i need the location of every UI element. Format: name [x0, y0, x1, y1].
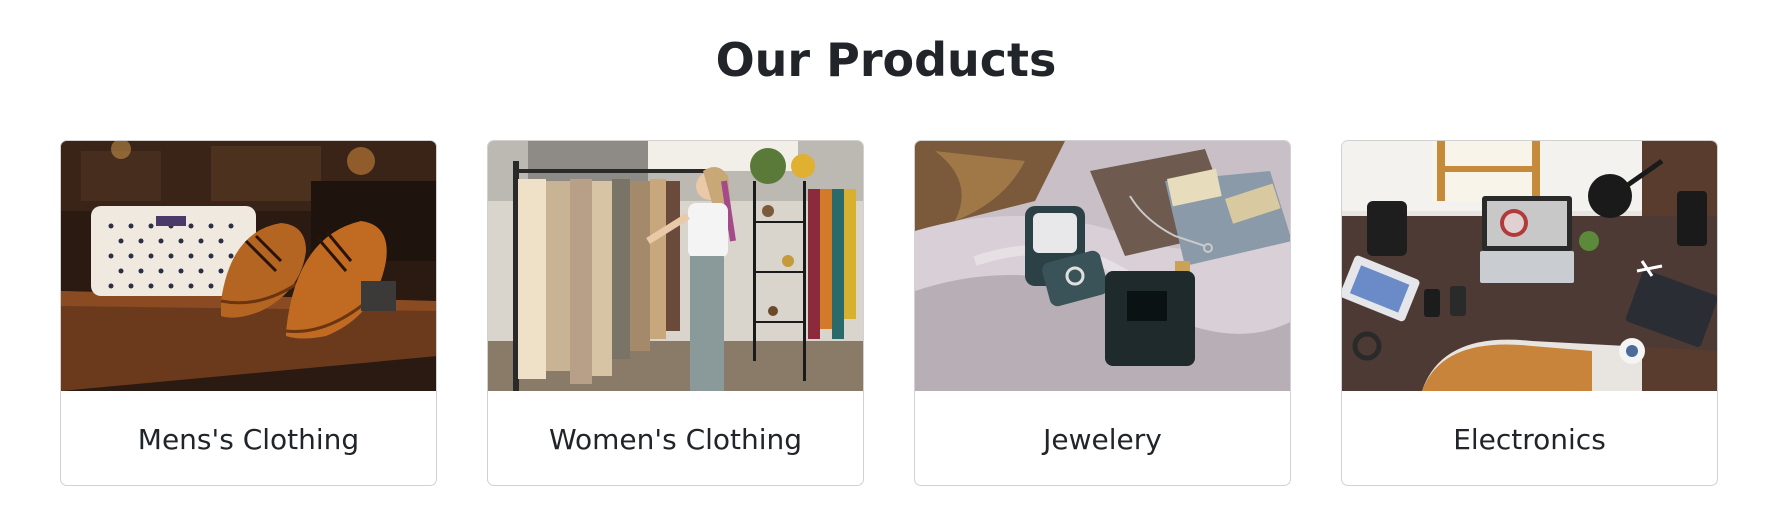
card-title[interactable]: Jewelery: [1043, 423, 1162, 456]
electronics-photo: [1342, 141, 1717, 391]
product-card-jewelery[interactable]: Jewelery: [914, 140, 1291, 486]
card-title[interactable]: Mens's Clothing: [138, 423, 359, 456]
card-body: Women's Clothing: [488, 391, 863, 485]
mens-clothing-image[interactable]: [61, 141, 436, 391]
jewelery-photo: [915, 141, 1290, 391]
card-body: Electronics: [1342, 391, 1717, 485]
product-card-womens-clothing[interactable]: Women's Clothing: [487, 140, 864, 486]
jewelery-image[interactable]: [915, 141, 1290, 391]
section-title: Our Products: [715, 33, 1057, 87]
womens-clothing-image[interactable]: [488, 141, 863, 391]
womens-clothing-photo: [488, 141, 863, 391]
card-title[interactable]: Electronics: [1453, 423, 1606, 456]
card-title[interactable]: Women's Clothing: [549, 423, 802, 456]
product-card-electronics[interactable]: Electronics: [1341, 140, 1718, 486]
card-body: Mens's Clothing: [61, 391, 436, 485]
electronics-image[interactable]: [1342, 141, 1717, 391]
card-body: Jewelery: [915, 391, 1290, 485]
mens-clothing-photo: [61, 141, 436, 391]
product-card-mens-clothing[interactable]: Mens's Clothing: [60, 140, 437, 486]
